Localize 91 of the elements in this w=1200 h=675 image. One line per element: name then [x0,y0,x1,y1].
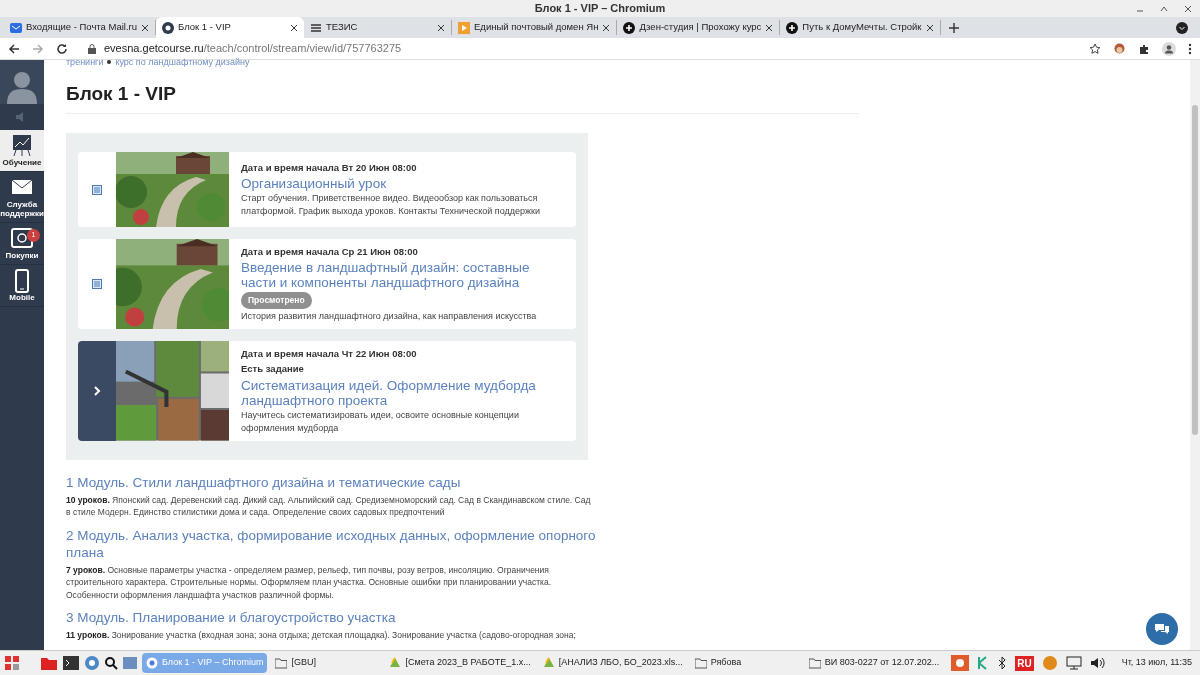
sidebar-item[interactable]: Обучение [0,130,44,172]
chevron-right-icon [93,385,101,396]
new-tab-icon[interactable] [948,22,959,33]
lesson-date: Дата и время начала Ср 21 Июн 08:00 [241,245,419,259]
lesson-description: Старт обучения. Приветственное видео. Видеообзор как пользоваться платформой. График выхода уроков. Контакты Технической поддержки [241,192,541,219]
triangle-icon [542,657,555,669]
close-icon[interactable] [1184,4,1192,13]
module-title[interactable]: 1 Модуль. Стили ландшафтного дизайна и тематические сады [66,473,596,491]
sidebar-item[interactable]: Служба поддержки [0,172,44,223]
window-title: Блок 1 - VIP – Chromium [534,1,666,17]
browser-tab[interactable]: Единый почтовый домен Ян [452,20,618,35]
browser-tab[interactable]: ТЕЗИС [304,20,452,35]
scrollbar-thumb[interactable] [1192,105,1198,435]
plus-circle-icon [786,21,799,34]
document-icon [92,279,102,289]
module-description: 7 уроков. Основные параметры участка - определяем размер, рельеф, тип почвы, розу ветров, инсоляцию. Ограничения строительного характера. Строительные нормы. Оформляем план участка. Основные ошибки при планировании участка. Особенности оформления ландшафта участков различной формы. [66,563,553,601]
chat-button[interactable] [1146,613,1178,645]
safe-icon [10,227,34,251]
lesson-description: Научитесь систематизировать идеи, освоите основные концепции оформления мудборда [241,408,520,435]
language-indicator[interactable]: RU [1015,655,1034,671]
close-icon[interactable] [602,23,611,32]
triangle-icon [389,657,402,669]
avatar-icon[interactable] [0,60,44,104]
address-field[interactable]: evesna.getcourse.ru/teach/control/stream/view/id/757763275 [88,40,1077,57]
module-title[interactable]: 2 Модуль. Анализ участка, формирование исходных данных, оформление опорного плана [66,526,596,561]
mail-icon [10,21,22,34]
menu-icon[interactable] [1188,42,1192,55]
logo-icon [162,21,174,34]
clock[interactable]: Чт, 13 июл, 11:35 [1121,656,1192,670]
lock-icon [88,43,96,54]
module-title[interactable]: 3 Модуль. Планирование и благоустройство участка [66,609,596,626]
lesson-card[interactable]: Дата и время начала Вт 20 Июн 08:00 Организационный урок Старт обучения. Приветственное видео. Видеообзор как пользоваться платформой. График выхода уроков. Контакты Технической поддержки [78,152,576,227]
taskbar-button[interactable]: [Смета 2023_В РАБОТЕ_1.x... [385,653,535,673]
star-icon[interactable] [1089,42,1101,55]
browser-tab[interactable]: Блок 1 - VIP [156,17,304,38]
close-icon[interactable] [141,23,149,32]
close-icon[interactable] [925,23,934,32]
terminal-icon[interactable] [62,655,80,671]
browser-tab[interactable]: Дзен-студия | Прохожу курс [617,20,781,35]
lesson-card[interactable]: Дата и время начала Ср 21 Июн 08:00 Введение в ландшафтный дизайн: составные части и компоненты ландшафтного дизайна Просмотрено История развития ландшафтного дизайна, как направления искусства [78,239,576,329]
folder-icon [275,657,288,669]
lesson-date: Дата и время начала Вт 20 Июн 08:00 [241,160,418,175]
lesson-title[interactable]: Организационный урок [241,176,564,192]
browser-icon[interactable] [84,655,100,671]
taskbar-button[interactable]: ВИ 803-0227 от 12.07.202... [804,653,944,673]
bluetooth-icon[interactable] [997,656,1008,670]
tray-app-icon[interactable] [951,655,970,671]
breadcrumb-link[interactable]: курс по ландшафтному дизайну [115,59,250,65]
reload-icon[interactable] [56,42,68,55]
chart-board-icon [10,134,34,158]
module-description: 11 уроков. Зонирование участка (входная зона; зона отдыха; детская площадка). Зонирование участка (садово-огородная зона; [66,629,577,642]
network-icon[interactable] [1065,656,1082,670]
puzzle-icon[interactable] [1138,42,1150,55]
folder-icon[interactable] [40,655,58,671]
browser-tab[interactable]: Входящие - Почта Mail.ru [4,20,156,35]
browser-icon [146,657,158,669]
document-icon [92,184,102,195]
back-icon[interactable] [8,42,20,55]
viewed-badge: Просмотрено [241,292,312,309]
folder-icon [694,657,707,669]
lesson-date: Дата и время начала Чт 22 Июн 08:00 [241,347,418,361]
search-icon[interactable] [104,656,118,670]
start-menu-icon[interactable] [4,655,20,671]
taskbar-button[interactable]: Рябова [690,653,801,673]
breadcrumb-separator [107,60,112,64]
close-icon[interactable] [765,23,774,32]
lesson-description: История развития ландшафтного дизайна, как направления искусства [241,310,538,323]
plus-circle-icon [623,21,636,34]
task-label: Есть задание [241,362,305,377]
maximize-icon[interactable] [1160,4,1168,13]
sidebar-item[interactable]: Mobile [0,265,44,307]
volume-icon[interactable] [1089,656,1106,670]
tab-search-icon[interactable] [1176,21,1188,34]
breadcrumb-link[interactable]: тренинги [66,59,104,65]
taskbar-button[interactable]: [АНАЛИЗ ЛБО, БО_2023.xls... [538,653,687,673]
page-title: Блок 1 - VIP [66,83,859,114]
extension-icon[interactable] [1113,42,1126,55]
profile-icon[interactable] [1162,41,1176,56]
taskbar-button[interactable]: [GBU] [271,653,382,673]
lesson-title[interactable]: Систематизация идей. Оформление мудборда ландшафтного проекта [241,377,564,408]
browser-tab[interactable]: Путь к ДомуМечты. Стройк [780,20,941,35]
chat-icon [1154,622,1170,636]
menu-icon [310,21,322,34]
folder-icon [808,657,821,669]
close-icon[interactable] [290,23,298,32]
module-description: 10 уроков. Японский сад. Деревенский сад. Дикий сад. Альпийский сад. Средиземноморский сад. Сад в Скандинавском стиле. Сад в стиле Модерн. Единство стилистики дома и сада. Определение своих садовых предпочтений [66,493,592,519]
close-icon[interactable] [437,23,445,32]
lesson-title[interactable]: Введение в ландшафтный дизайн: составные части и компоненты ландшафтного дизайна [241,260,564,291]
play-icon [458,21,470,34]
lesson-card[interactable]: Дата и время начала Чт 22 Июн 08:00 Есть задание Систематизация идей. Оформление мудборда ландшафтного проекта Научитесь систематизировать идеи, освоите основные концепции оформления мудборда [78,341,576,441]
scrollbar[interactable] [1190,60,1200,650]
